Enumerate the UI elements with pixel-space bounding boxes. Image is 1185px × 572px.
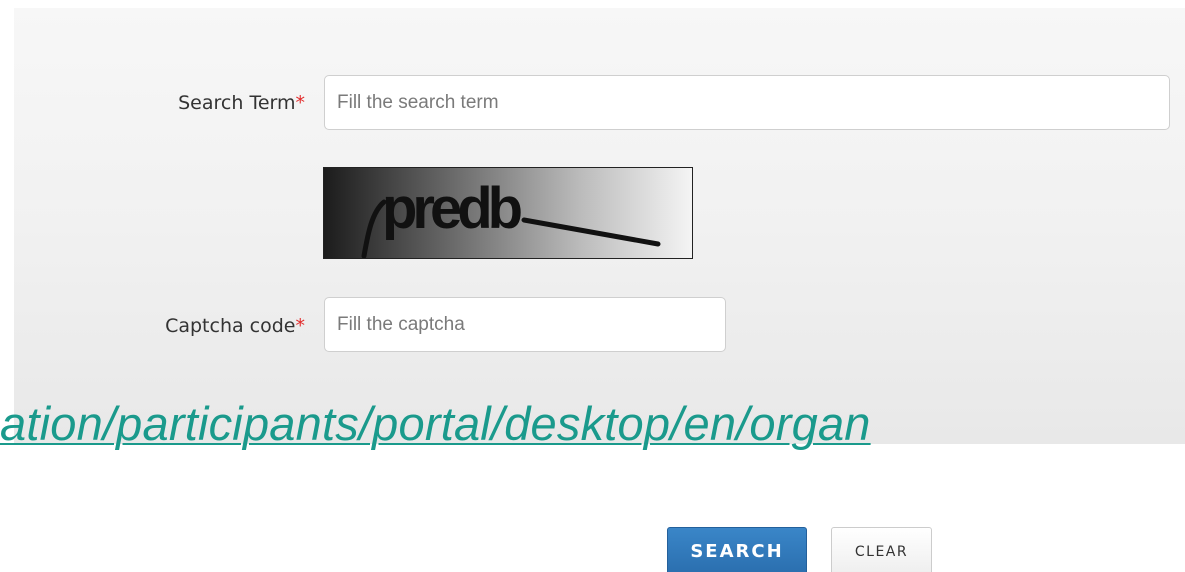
required-marker: *	[295, 92, 306, 114]
search-button[interactable]: SEARCH	[667, 527, 807, 572]
page: Search Term* predb Captcha code* ation/p…	[0, 0, 1185, 572]
clear-button[interactable]: CLEAR	[831, 527, 932, 572]
captcha-code-label-text: Captcha code	[165, 315, 296, 337]
required-marker: *	[295, 315, 306, 337]
search-term-input[interactable]	[324, 75, 1170, 130]
captcha-image: predb	[323, 167, 693, 259]
captcha-image-svg: predb	[361, 176, 661, 258]
captcha-code-label: Captcha code*	[165, 315, 305, 337]
captcha-image-text: predb	[382, 176, 522, 241]
url-link-overlay[interactable]: ation/participants/portal/desktop/en/org…	[0, 394, 871, 454]
captcha-code-input[interactable]	[324, 297, 726, 352]
search-term-label: Search Term*	[178, 92, 305, 114]
search-term-label-text: Search Term	[178, 92, 296, 114]
